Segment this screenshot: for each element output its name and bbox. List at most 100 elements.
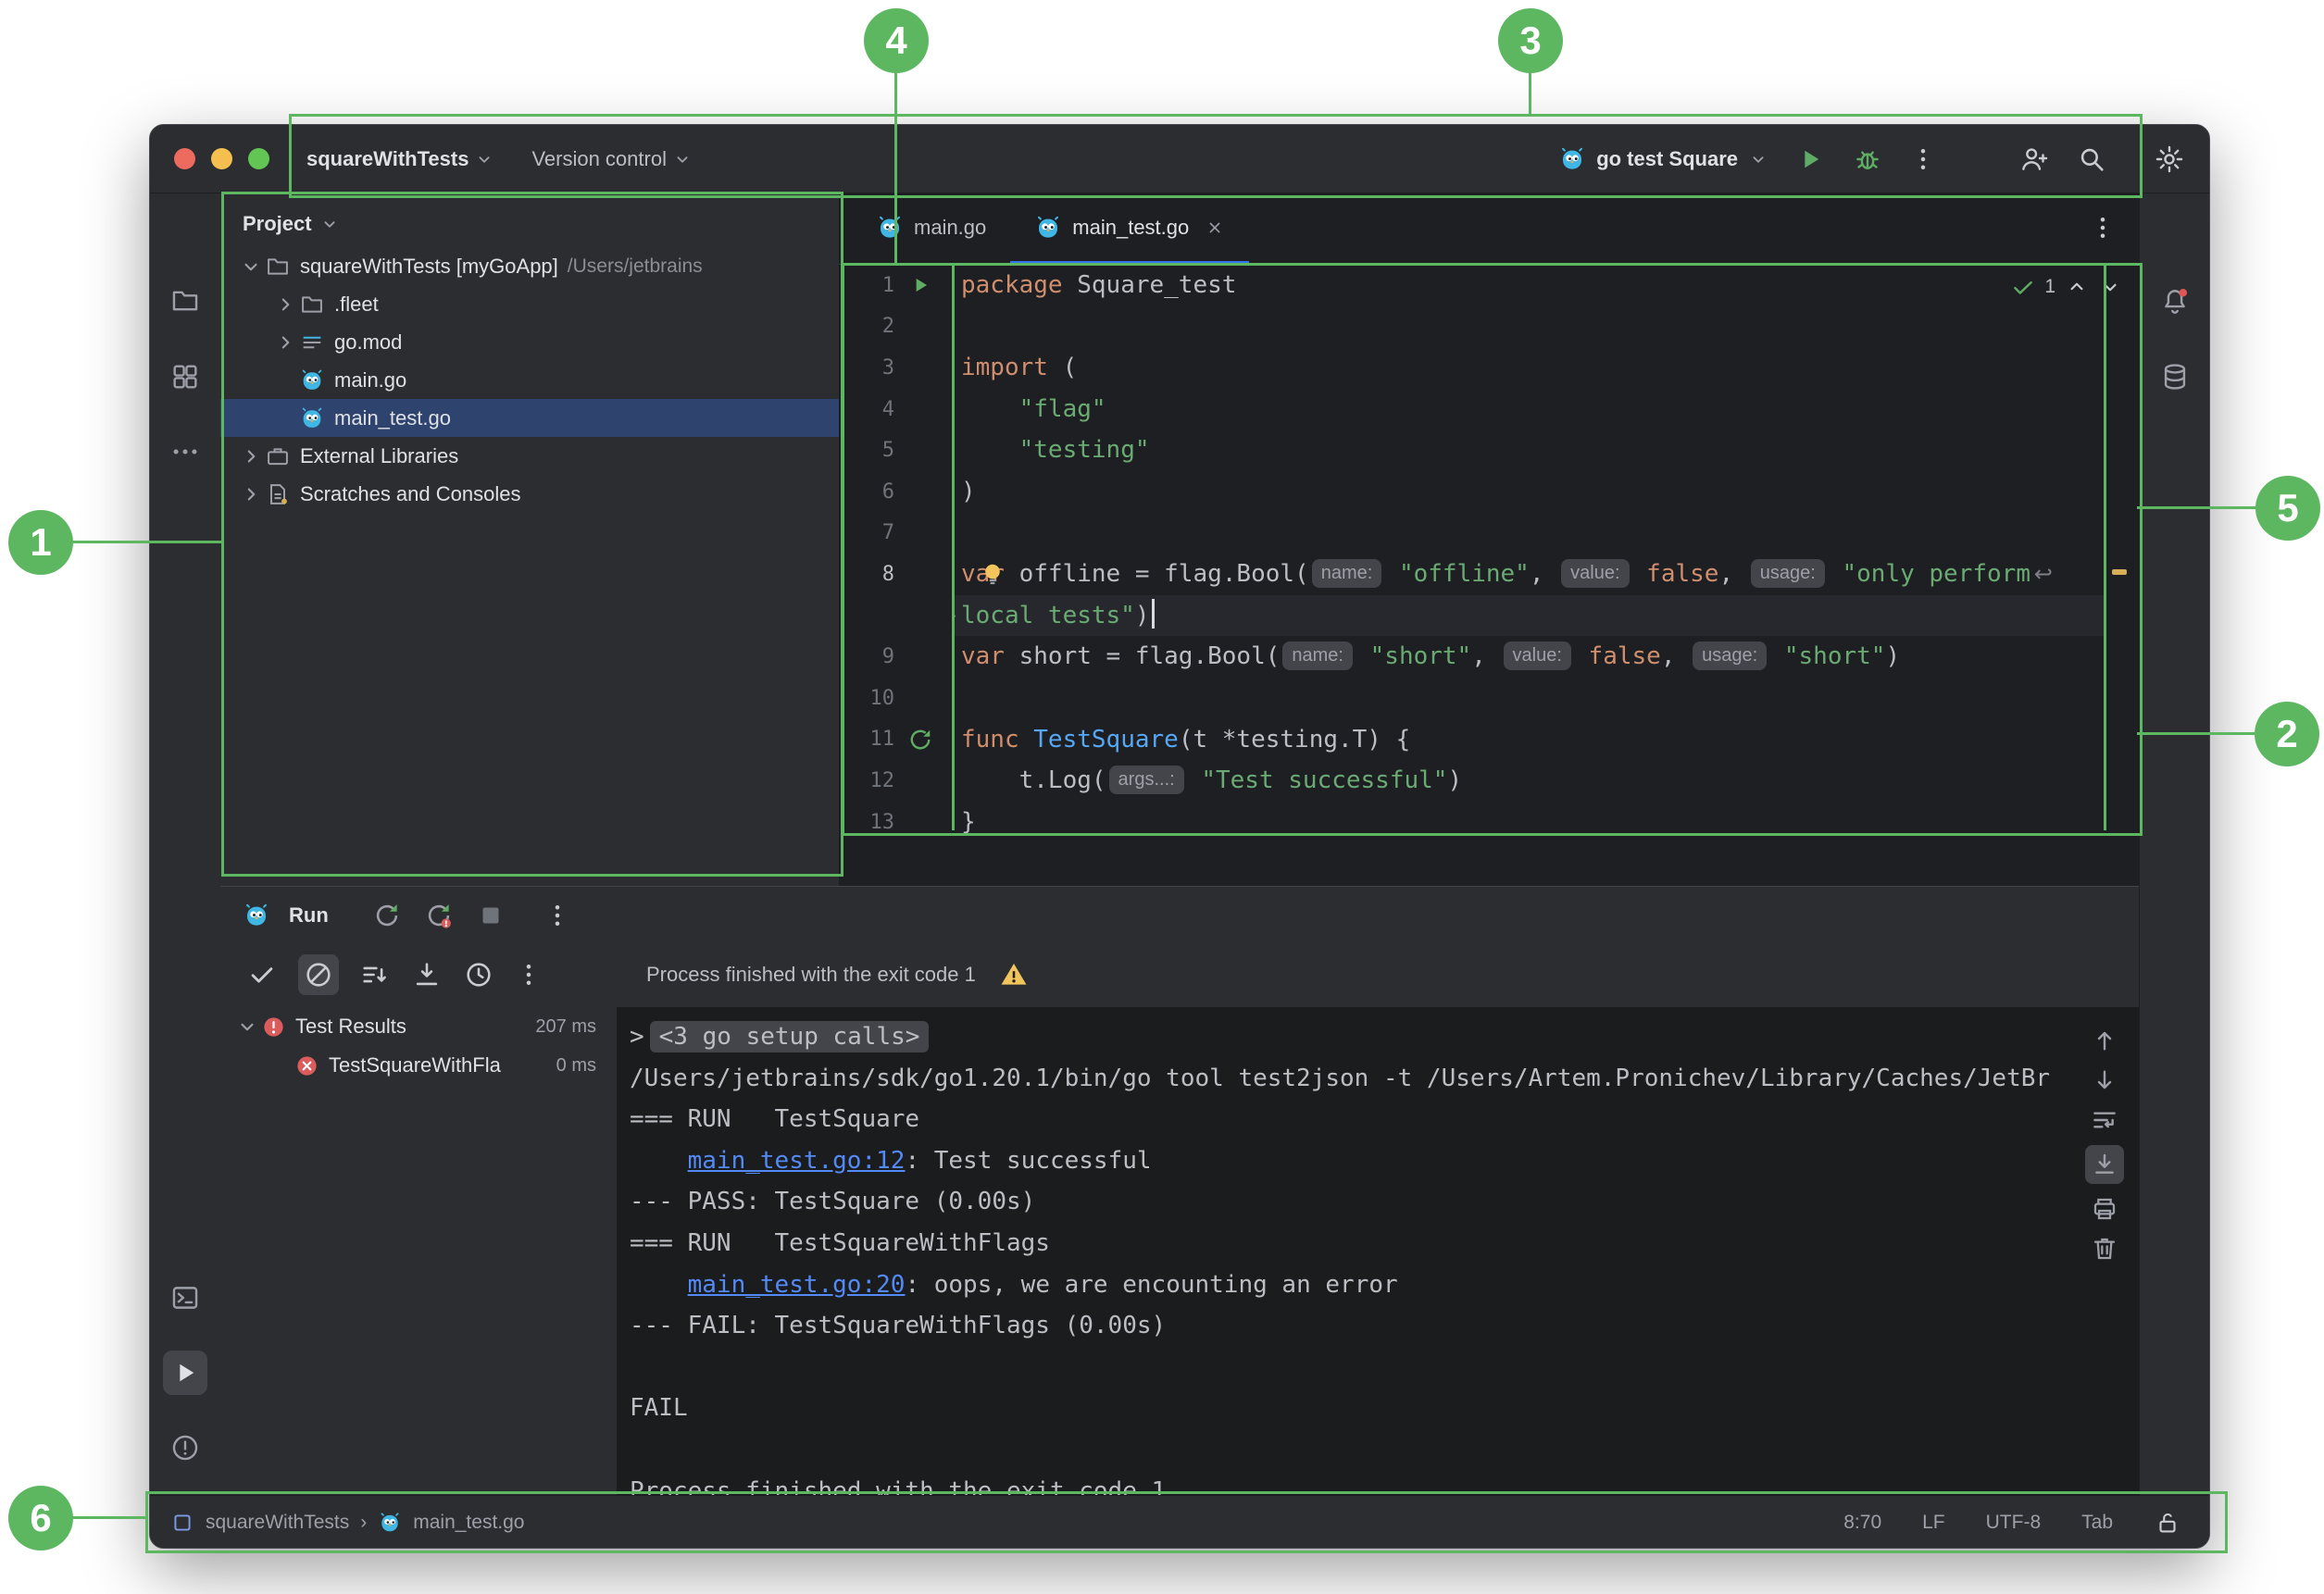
tree-item-label: go.mod	[334, 330, 402, 355]
notifications-button[interactable]	[2153, 279, 2197, 323]
scroll-to-end-toggle[interactable]	[2085, 1145, 2124, 1184]
code-area[interactable]: package Square_testimport ( "flag" "test…	[953, 265, 2105, 886]
minimize-window-button[interactable]	[211, 148, 232, 169]
console-line	[630, 1347, 2139, 1389]
code-token: ,	[1530, 560, 1558, 588]
editor-scrollbar[interactable]	[2105, 265, 2139, 886]
chevron-right-icon[interactable]	[271, 293, 299, 317]
prev-problem-icon[interactable]	[2065, 275, 2089, 299]
test-failed-icon	[294, 1053, 319, 1078]
clear-console-button[interactable]	[2090, 1234, 2119, 1264]
caret-position[interactable]: 8:70	[1843, 1512, 1881, 1534]
run-panel-title: Run	[289, 903, 329, 928]
warning-stripe-mark[interactable]	[2112, 569, 2127, 575]
run-console[interactable]: ><3 go setup calls>/Users/jetbrains/sdk/…	[617, 1007, 2139, 1496]
test-row-testsquarewithfla[interactable]: TestSquareWithFla0 ms	[220, 1046, 617, 1085]
line-ending[interactable]: LF	[1922, 1512, 1945, 1534]
structure-tool-button[interactable]	[163, 355, 207, 399]
chevron-right-icon[interactable]	[237, 444, 265, 468]
show-passed-toggle[interactable]	[246, 959, 278, 990]
rerun-failed-tests-button[interactable]	[423, 900, 455, 931]
console-line	[630, 1429, 2139, 1471]
run-more-options-button[interactable]	[544, 902, 571, 929]
settings-button[interactable]	[2154, 143, 2185, 175]
code-line: }	[953, 802, 2105, 843]
test-options-button[interactable]	[515, 961, 543, 989]
tree-item-squarewithtests-mygoapp-[interactable]: squareWithTests [myGoApp]/Users/jetbrain…	[220, 247, 839, 285]
vcs-widget[interactable]: Version control	[531, 147, 693, 171]
project-panel-header[interactable]: Project	[220, 193, 839, 247]
run-tool-button[interactable]	[163, 1351, 207, 1395]
more-actions-button[interactable]	[1909, 145, 1937, 173]
tree-item-main-test-go[interactable]: main_test.go	[220, 399, 839, 437]
line-number: 13	[839, 811, 894, 834]
problems-tool-button[interactable]	[163, 1426, 207, 1470]
chevron-right-icon[interactable]	[237, 482, 265, 506]
zoom-window-button[interactable]	[248, 148, 269, 169]
print-button[interactable]	[2090, 1194, 2119, 1224]
chevron-down-icon[interactable]	[237, 255, 265, 279]
show-ignored-toggle[interactable]	[298, 954, 339, 995]
database-tool-button[interactable]	[2153, 355, 2197, 399]
chevron-down-icon[interactable]	[233, 1015, 261, 1039]
file-encoding[interactable]: UTF-8	[1986, 1512, 2042, 1534]
tree-item--fleet[interactable]: .fleet	[220, 285, 839, 323]
search-button[interactable]	[2076, 143, 2107, 175]
project-tool-button[interactable]	[163, 279, 207, 323]
line-number: 9	[839, 645, 894, 668]
run-config-selector[interactable]: go test Square	[1558, 145, 1768, 173]
stop-button[interactable]	[475, 900, 506, 931]
editor-tab-main-go[interactable]: main.go	[852, 193, 1010, 264]
gutter-line: 10	[839, 678, 953, 719]
line-wrap-icon: ↩	[2034, 554, 2053, 595]
console-text: >	[630, 1023, 644, 1051]
indent-style[interactable]: Tab	[2081, 1512, 2113, 1534]
run-file-icon[interactable]	[908, 273, 932, 297]
tree-item-hint: /Users/jetbrains	[568, 255, 703, 278]
soft-wrap-toggle[interactable]	[2090, 1105, 2119, 1135]
import-test-results-button[interactable]	[411, 959, 443, 990]
sort-by-duration-button[interactable]	[359, 959, 391, 990]
breadcrumb-file[interactable]: main_test.go	[413, 1512, 524, 1534]
terminal-tool-button[interactable]	[163, 1276, 207, 1320]
run-button[interactable]	[1794, 143, 1826, 175]
tree-item-label: Scratches and Consoles	[300, 482, 520, 506]
close-window-button[interactable]	[174, 148, 195, 169]
test-row-test-results[interactable]: Test Results207 ms	[220, 1007, 617, 1046]
project-widget[interactable]: squareWithTests	[306, 147, 494, 171]
lock-icon[interactable]	[2154, 1509, 2181, 1537]
tree-item-external-libraries[interactable]: External Libraries	[220, 437, 839, 475]
debug-button[interactable]	[1852, 143, 1883, 175]
intention-bulb-icon[interactable]	[979, 560, 1006, 588]
code-token: short = flag.Bool(	[1005, 642, 1280, 670]
rerun-button[interactable]	[371, 900, 403, 931]
add-user-button[interactable]	[2018, 143, 2050, 175]
tree-item-go-mod[interactable]: go.mod	[220, 323, 839, 361]
inspections-passed-icon	[2011, 275, 2035, 299]
prev-failed-test-button[interactable]	[2090, 1026, 2119, 1055]
inlay-hint: value:	[1561, 559, 1629, 588]
run-test-icon[interactable]	[908, 728, 932, 752]
breadcrumb-project[interactable]: squareWithTests	[206, 1512, 349, 1534]
code-line: var offline = flag.Bool(name: "offline",…	[953, 554, 2105, 595]
test-history-button[interactable]	[463, 959, 494, 990]
chevron-right-icon[interactable]	[271, 330, 299, 355]
editor-body[interactable]: 12345678910111213 package Square_testimp…	[839, 265, 2139, 886]
next-problem-icon[interactable]	[2098, 275, 2122, 299]
more-tools-button[interactable]	[163, 430, 207, 474]
gutter-line: 5	[839, 430, 953, 471]
next-failed-test-button[interactable]	[2090, 1065, 2119, 1095]
console-link[interactable]: main_test.go:20	[688, 1271, 906, 1299]
breadcrumb[interactable]: squareWithTests › main_test.go	[170, 1511, 524, 1535]
editor-tab-main-test-go[interactable]: main_test.go	[1010, 193, 1249, 264]
code-line: package Square_test	[953, 265, 2105, 306]
tree-item-scratches-and-consoles[interactable]: Scratches and Consoles	[220, 475, 839, 513]
console-link[interactable]: main_test.go:12	[688, 1147, 906, 1175]
code-token: "offline"	[1384, 560, 1530, 588]
console-fold[interactable]: <3 go setup calls>	[650, 1021, 930, 1052]
code-line	[953, 306, 2105, 348]
close-tab-icon[interactable]	[1205, 218, 1225, 238]
inlay-hint: usage:	[1693, 641, 1767, 670]
editor-options-button[interactable]	[2089, 214, 2117, 242]
tree-item-main-go[interactable]: main.go	[220, 361, 839, 399]
